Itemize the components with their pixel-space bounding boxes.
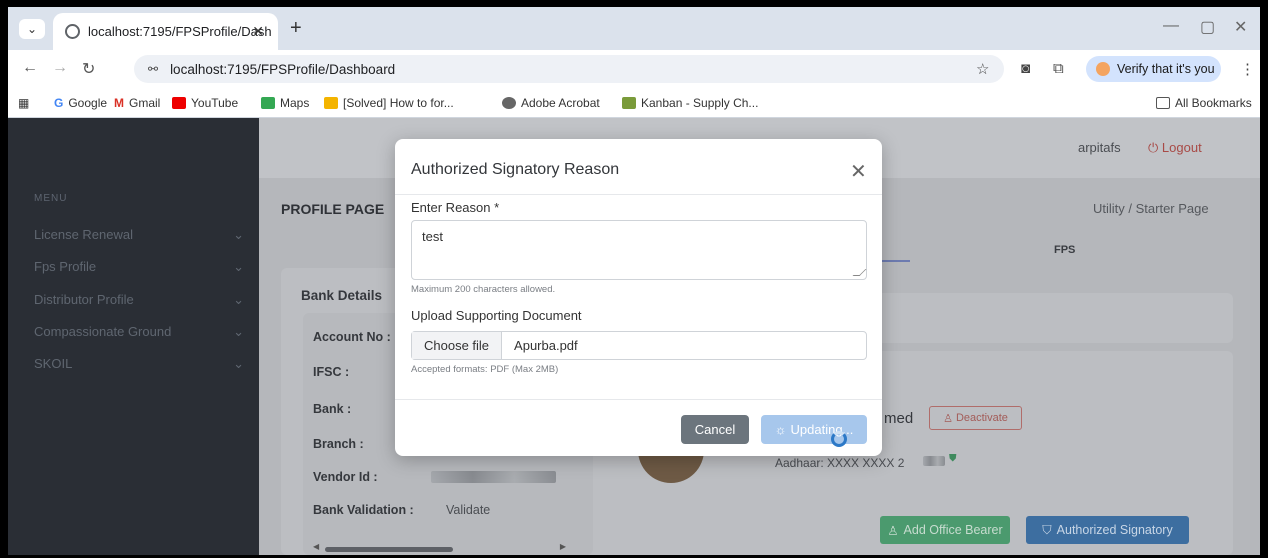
bookmark-kanban[interactable]: Kanban - Supply Ch... [622,96,758,110]
profile-name: med [884,410,914,427]
user-minus-icon: ♙ [943,412,953,425]
validation-value: Validate [446,503,491,517]
new-tab-button[interactable]: + [290,18,302,38]
sidebar-item-compassionate-ground[interactable]: Compassionate Ground ⌄ [34,324,244,340]
tab-fps[interactable]: FPS [1054,244,1075,256]
sidebar-item-distributor-profile[interactable]: Distributor Profile ⌄ [34,292,244,308]
tab-search-button[interactable]: ⌄ [19,19,45,39]
tab-strip: ⌄ localhost:7195/FPSProfile/Dash ✕ + — ▢… [8,7,1260,50]
apps-icon[interactable]: ▦ [18,96,29,110]
ifsc-label: IFSC : [313,365,350,379]
bookmark-solved[interactable]: [Solved] How to for... [324,96,454,110]
bookmark-gmail[interactable]: M Gmail [114,96,160,110]
menu-heading: MENU [34,193,68,204]
minimize-icon[interactable]: — [1163,17,1179,35]
chevron-down-icon: ⌄ [233,227,244,242]
chevron-down-icon: ⌄ [233,259,244,274]
modal-footer-divider [395,399,882,400]
sidebar: MENU License Renewal ⌄ Fps Profile ⌄ Distr… [8,118,259,555]
branch-label: Branch : [313,437,364,451]
horizontal-scrollbar[interactable]: ◀ ▶ [313,542,566,552]
sidebar-item-skoil[interactable]: SKOIL ⌄ [34,356,244,372]
close-tab-icon[interactable]: ✕ [252,23,264,40]
browser-tab[interactable]: localhost:7195/FPSProfile/Dash ✕ [53,13,278,50]
deactivate-button[interactable]: ♙ Deactivate [929,406,1022,430]
updating-button[interactable]: ☼ Updating... [761,415,867,444]
right-top-card [868,293,1233,343]
bank-details-title: Bank Details [301,288,383,303]
all-bookmarks[interactable]: All Bookmarks [1156,96,1252,110]
globe-icon [65,24,80,39]
sidebar-item-fps-profile[interactable]: Fps Profile ⌄ [34,259,244,275]
authorized-signatory-modal: Authorized Signatory Reason ✕ Enter Reas… [395,139,882,456]
extensions-icon[interactable]: ⧉ [1053,60,1064,77]
authorized-signatory-button[interactable]: ⛉ Authorized Signatory [1026,516,1189,544]
modal-title: Authorized Signatory Reason [411,161,620,178]
username: arpitafs [1078,140,1121,155]
chevron-down-icon: ⌄ [233,324,244,339]
app-page: MENU License Renewal ⌄ Fps Profile ⌄ Distr… [8,118,1260,555]
restore-icon[interactable]: ▢ [1200,17,1215,37]
site-info-icon[interactable]: ⚯ [148,62,158,76]
add-office-bearer-button[interactable]: ♙ Add Office Bearer [880,516,1010,544]
upload-hint: Accepted formats: PDF (Max 2MB) [411,364,559,375]
bookmarks-bar: ▦ G Google M Gmail YouTube Maps [Solved] H… [8,88,1260,118]
breadcrumb: Utility / Starter Page [1093,201,1209,216]
shield-icon: ⛉ [1042,522,1052,537]
loading-icon: ☼ [774,422,787,437]
bookmark-star-icon[interactable]: ☆ [976,60,989,78]
aadhaar-text: Aadhaar: XXXX XXXX 2 [775,456,905,470]
page-title: PROFILE PAGE [281,201,385,217]
avatar-icon [1096,62,1110,76]
vendor-label: Vendor Id : [313,470,378,484]
file-name: Apurba.pdf [514,338,578,353]
tab-title: localhost:7195/FPSProfile/Dash [88,24,272,39]
power-icon: ⏻ [1148,140,1159,155]
vendor-redacted [431,471,556,483]
resize-handle-icon[interactable] [852,269,867,276]
bookmark-acrobat[interactable]: Adobe Acrobat [502,96,600,110]
address-bar[interactable]: ⚯ localhost:7195/FPSProfile/Dashboard [134,55,1004,83]
forward-icon[interactable]: → [52,59,68,77]
browser-window: ⌄ localhost:7195/FPSProfile/Dash ✕ + — ▢… [8,7,1260,555]
bookmark-youtube[interactable]: YouTube [172,96,238,110]
busy-cursor-icon [831,431,847,447]
account-label: Account No : [313,330,391,344]
back-icon[interactable]: ← [22,59,38,77]
logout-link[interactable]: ⏻ Logout [1148,140,1202,156]
camera-icon[interactable]: ◙ [1021,60,1030,77]
validation-label: Bank Validation : [313,503,414,517]
chevron-down-icon: ⌄ [233,292,244,307]
choose-file-button[interactable]: Choose file [412,332,503,359]
browser-toolbar: ← → ↻ ⚯ localhost:7195/FPSProfile/Dashbo… [8,50,1260,88]
cancel-button[interactable]: Cancel [681,415,749,444]
profile-verify-button[interactable]: Verify that it's you [1086,56,1221,82]
sidebar-item-license-renewal[interactable]: License Renewal ⌄ [34,227,244,243]
file-input[interactable]: Choose file Apurba.pdf [411,331,867,360]
modal-close-icon[interactable]: ✕ [850,159,867,184]
reason-textarea[interactable]: test [411,220,867,280]
aadhaar-redacted [923,456,945,466]
more-menu-icon[interactable]: ⋮ [1240,60,1255,78]
reload-icon[interactable]: ↻ [82,59,95,79]
bookmark-google[interactable]: G Google [54,96,107,110]
close-window-icon[interactable]: ✕ [1234,17,1247,37]
bookmark-maps[interactable]: Maps [261,96,309,110]
reason-hint: Maximum 200 characters allowed. [411,284,556,295]
address-text: localhost:7195/FPSProfile/Dashboard [170,61,396,77]
upload-label: Upload Supporting Document [411,308,582,323]
bank-label: Bank : [313,402,352,416]
modal-header-divider [395,194,882,195]
verified-shield-icon: ⛊ [949,453,957,464]
reason-label: Enter Reason * [411,200,500,215]
chevron-down-icon: ⌄ [233,356,244,371]
user-plus-icon: ♙ [887,523,899,538]
